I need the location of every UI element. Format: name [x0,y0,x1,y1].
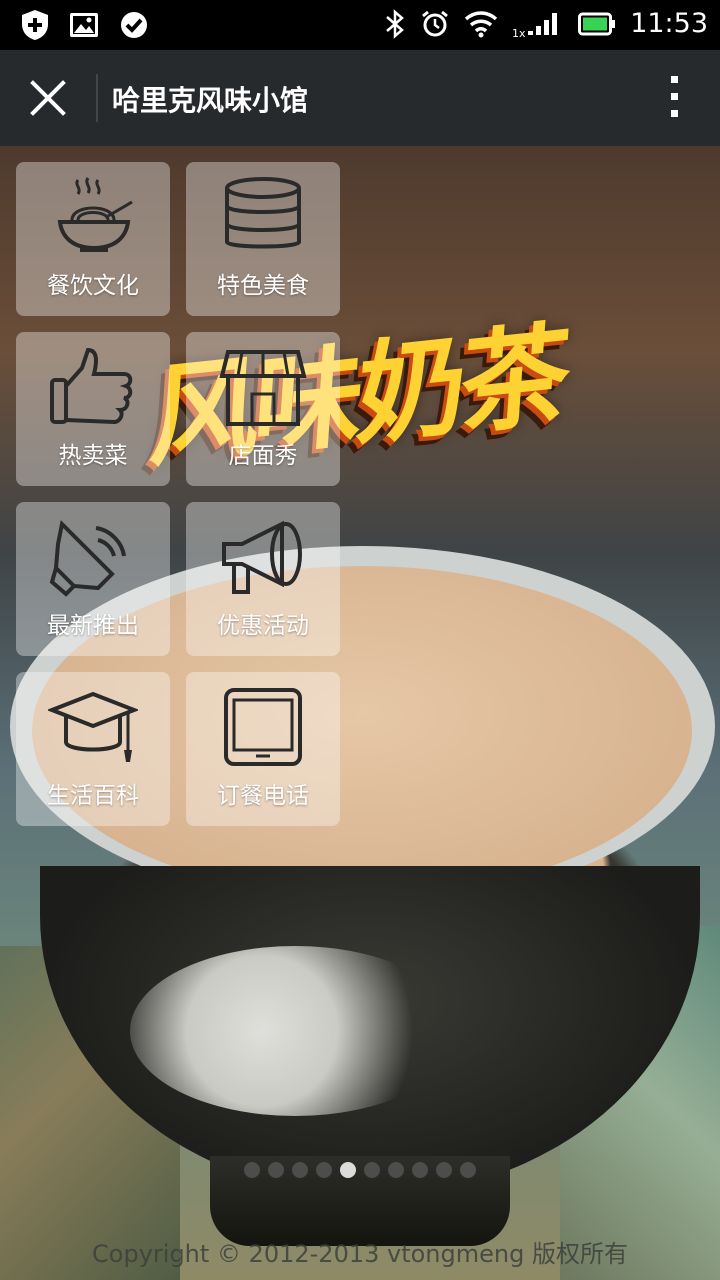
tile-label: 优惠活动 [217,613,309,639]
status-time: 11:53 [630,8,708,39]
page-dot-active[interactable] [340,1162,356,1178]
tile-label: 最新推出 [47,613,139,639]
tile-specialty-food[interactable]: 特色美食 [186,162,340,316]
copyright-text: Copyright © 2012-2013 vtongmeng 版权所有 [92,1240,628,1268]
appbar-divider [96,74,98,122]
page-dot[interactable] [268,1162,284,1178]
battery-icon [578,12,616,35]
check-circle-icon [121,12,147,38]
tile-new-arrivals[interactable]: 最新推出 [16,502,170,656]
page-dot[interactable] [244,1162,260,1178]
page-dot[interactable] [316,1162,332,1178]
more-vertical-icon [670,76,678,83]
tile-life-encyclopedia[interactable]: 生活百科 [16,672,170,826]
page-dot[interactable] [388,1162,404,1178]
tile-label: 热卖菜 [58,443,128,469]
tile-label: 特色美食 [217,273,309,299]
tile-order-phone[interactable]: 订餐电话 [186,672,340,826]
speaker-icon [49,519,126,597]
noodle-bowl-icon [57,177,133,252]
close-icon [30,80,66,116]
more-button[interactable] [664,76,684,122]
page-dot[interactable] [292,1162,308,1178]
close-button[interactable] [18,68,78,128]
tile-promotions[interactable]: 优惠活动 [186,502,340,656]
image-icon [70,13,98,37]
tile-storefront[interactable]: 店面秀 [186,332,340,486]
tablet-icon [224,688,302,766]
thumbs-up-icon [50,347,133,425]
status-bar: 1x 11:53 [0,0,720,50]
tile-dining-culture[interactable]: 餐饮文化 [16,162,170,316]
cup-decoration [130,946,460,1116]
tile-label: 订餐电话 [217,783,309,809]
content-area: 风味奶茶 餐饮文化 特色美食 热卖菜 店面秀 最新推出 优惠活动 生活百科 订餐… [0,146,720,1280]
app-bar: 哈里克风味小馆 [0,50,720,146]
page-dot[interactable] [412,1162,428,1178]
storefront-icon [219,350,307,426]
network-label: 1x [512,27,526,39]
graduation-cap-icon [48,691,138,762]
page-title: 哈里克风味小馆 [112,84,309,117]
more-dot [670,93,678,100]
database-stack-icon [225,177,301,249]
carousel-pagination [244,1162,476,1178]
tile-label: 店面秀 [228,443,298,469]
bluetooth-icon [386,8,405,39]
page-dot[interactable] [364,1162,380,1178]
tile-hot-dishes[interactable]: 热卖菜 [16,332,170,486]
page-dot[interactable] [460,1162,476,1178]
page-dot[interactable] [436,1162,452,1178]
wifi-icon [465,10,498,37]
tile-label: 餐饮文化 [47,273,139,299]
alarm-icon [422,10,449,36]
more-dot [670,110,678,117]
screen: 1x 11:53 哈里克风味小馆 风味奶茶 餐饮文化 特色美食 热卖菜 店面秀 … [0,0,720,1280]
shield-plus-icon [22,10,48,40]
tile-label: 生活百科 [47,783,139,809]
megaphone-icon [222,520,302,594]
signal-icon: 1x [512,12,558,39]
